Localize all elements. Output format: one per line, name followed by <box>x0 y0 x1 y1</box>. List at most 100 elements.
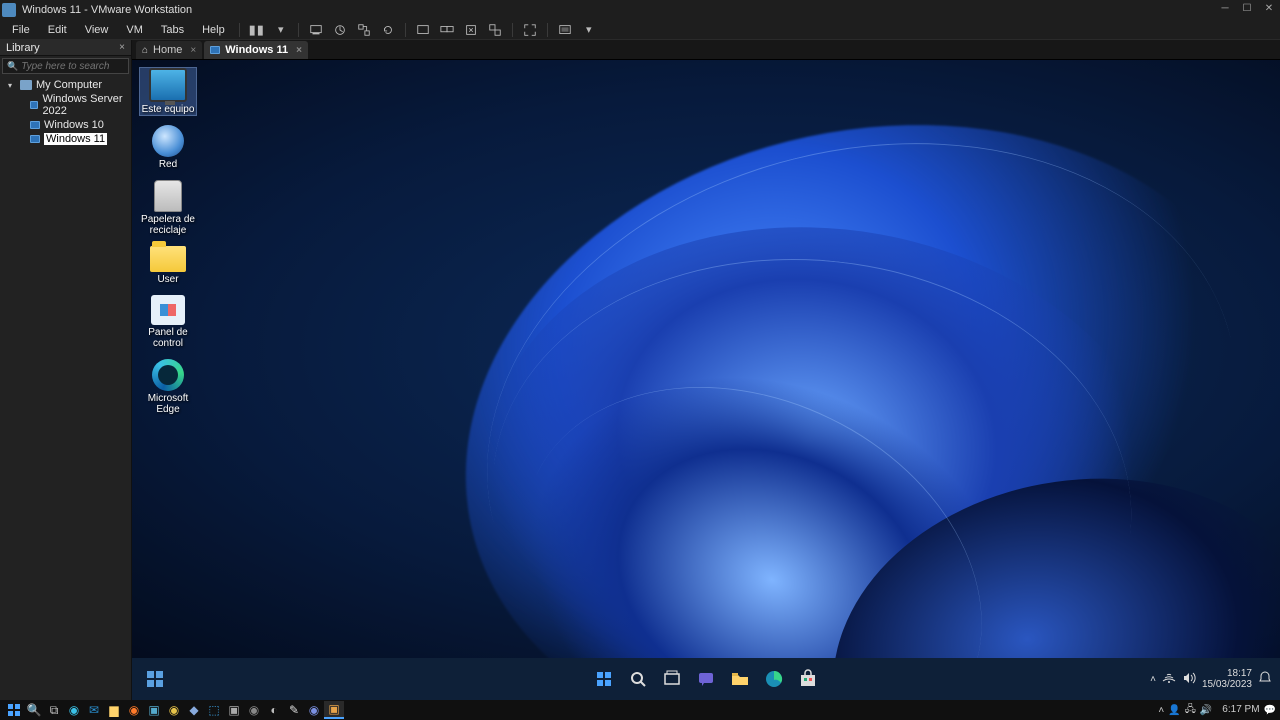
host-taskbar: 🔍 ⧉ ◉ ✉ ▆ ◉ ▣ ◉ ◆ ⬚ ▣ ◉ ◐ ✎ ◉ ▣ ˄ 👤 🖧 🔊 … <box>0 700 1280 720</box>
desktop-icon-label: Microsoft Edge <box>140 393 196 415</box>
notifications-icon[interactable] <box>1258 671 1272 688</box>
host-app5-button[interactable]: ✎ <box>284 701 304 719</box>
tab-home-label: Home <box>153 44 182 56</box>
tab-close-button[interactable]: × <box>296 45 302 56</box>
store-button[interactable] <box>795 666 821 692</box>
host-app3-button[interactable]: ◉ <box>244 701 264 719</box>
host-app-button[interactable]: ▣ <box>144 701 164 719</box>
tab-active-vm[interactable]: Windows 11 × <box>204 41 308 59</box>
show-console-button[interactable] <box>414 21 432 39</box>
vm-icon <box>210 46 220 54</box>
host-clock[interactable]: 6:17 PM <box>1222 705 1259 715</box>
host-terminal-button[interactable]: ▣ <box>224 701 244 719</box>
quick-switch-dropdown[interactable]: ▾ <box>580 21 598 39</box>
home-icon: ⌂ <box>142 45 148 56</box>
desktop-icon-este-equipo[interactable]: Este equipo <box>140 68 196 115</box>
pause-vm-button[interactable]: ▮▮ <box>248 21 266 39</box>
desktop-icon-panel-control[interactable]: Panel de control <box>140 295 196 349</box>
host-taskview-button[interactable]: ⧉ <box>44 701 64 719</box>
menu-view[interactable]: View <box>77 22 117 38</box>
tree-twisty-icon[interactable]: ▾ <box>8 81 16 90</box>
host-tray-net-icon[interactable]: 🖧 <box>1185 702 1196 719</box>
host-vscode-button[interactable]: ⬚ <box>204 701 224 719</box>
edge-icon <box>152 359 184 391</box>
host-mail-button[interactable]: ✉ <box>84 701 104 719</box>
guest-clock[interactable]: 18:17 15/03/2023 <box>1202 668 1252 690</box>
host-firefox-button[interactable]: ◉ <box>124 701 144 719</box>
vm-icon <box>30 101 38 109</box>
snapshot-button[interactable] <box>331 21 349 39</box>
host-chrome-button[interactable]: ◉ <box>164 701 184 719</box>
desktop-icon-label: Panel de control <box>140 327 196 349</box>
quick-switch-button[interactable] <box>556 21 574 39</box>
tree-my-computer[interactable]: ▾ My Computer <box>2 78 129 92</box>
revert-snapshot-button[interactable] <box>379 21 397 39</box>
host-search-button[interactable]: 🔍 <box>24 701 44 719</box>
snapshot-manager-button[interactable] <box>355 21 373 39</box>
menu-help[interactable]: Help <box>194 22 233 38</box>
send-ctrl-alt-del-button[interactable] <box>307 21 325 39</box>
menubar: File Edit View VM Tabs Help ▮▮ ▾ ▾ <box>0 20 1280 40</box>
power-dropdown-button[interactable]: ▾ <box>272 21 290 39</box>
tree-vm-item[interactable]: Windows Server 2022 <box>2 92 129 118</box>
host-app2-button[interactable]: ◆ <box>184 701 204 719</box>
menu-vm[interactable]: VM <box>118 22 151 38</box>
guest-taskbar: ˄ 18:17 15/03/2023 <box>132 658 1280 700</box>
guest-desktop[interactable]: Este equipo Red Papelera de reciclaje Us… <box>132 60 1280 700</box>
desktop-icon-papelera[interactable]: Papelera de reciclaje <box>140 180 196 236</box>
tab-close-button[interactable]: × <box>190 45 196 56</box>
multimonitor-button[interactable] <box>438 21 456 39</box>
desktop-icon-red[interactable]: Red <box>140 125 196 170</box>
library-search[interactable]: 🔍 ▼ <box>2 58 129 74</box>
host-tray-people-icon[interactable]: 👤 <box>1168 705 1180 716</box>
library-panel: Library × 🔍 ▼ ▾ My Computer Windows Serv… <box>0 40 132 700</box>
network-tray-icon[interactable] <box>1162 672 1176 687</box>
host-app6-button[interactable]: ◉ <box>304 701 324 719</box>
edge-taskbar-button[interactable] <box>761 666 787 692</box>
tree-vm-label: Windows 10 <box>44 119 104 131</box>
chat-button[interactable] <box>693 666 719 692</box>
close-button[interactable]: ✕ <box>1260 3 1278 17</box>
search-button[interactable] <box>625 666 651 692</box>
file-explorer-button[interactable] <box>727 666 753 692</box>
desktop-icon-user[interactable]: User <box>140 246 196 285</box>
stretch-guest-button[interactable] <box>462 21 480 39</box>
tree-vm-item-editing[interactable]: Windows 11 <box>2 132 129 146</box>
network-icon <box>152 125 184 157</box>
menu-edit[interactable]: Edit <box>40 22 75 38</box>
maximize-button[interactable]: ☐ <box>1238 3 1256 17</box>
start-button[interactable] <box>591 666 617 692</box>
tray-chevron-icon[interactable]: ˄ <box>1150 674 1156 685</box>
host-vmware-button[interactable]: ▣ <box>324 701 344 719</box>
host-explorer-button[interactable]: ▆ <box>104 701 124 719</box>
vm-icon <box>30 121 40 129</box>
host-tray-chevron-icon[interactable]: ˄ <box>1158 705 1164 716</box>
titlebar: Windows 11 - VMware Workstation ─ ☐ ✕ <box>0 0 1280 20</box>
tree-vm-item[interactable]: Windows 10 <box>2 118 129 132</box>
widgets-button[interactable] <box>142 666 168 692</box>
tree-vm-rename-input[interactable]: Windows 11 <box>44 133 107 145</box>
unity-button[interactable] <box>486 21 504 39</box>
main-area: ⌂ Home × Windows 11 × <box>132 40 1280 700</box>
desktop-icon-label: Red <box>140 159 196 170</box>
recycle-bin-icon <box>154 180 182 212</box>
library-close-button[interactable]: × <box>119 42 125 53</box>
task-view-button[interactable] <box>659 666 685 692</box>
host-app4-button[interactable]: ◐ <box>264 701 284 719</box>
menu-file[interactable]: File <box>4 22 38 38</box>
host-tray-volume-icon[interactable]: 🔊 <box>1200 705 1212 716</box>
tab-home[interactable]: ⌂ Home × <box>136 41 202 59</box>
volume-tray-icon[interactable] <box>1182 672 1196 687</box>
fullscreen-button[interactable] <box>521 21 539 39</box>
minimize-button[interactable]: ─ <box>1216 3 1234 17</box>
desktop-icon-edge[interactable]: Microsoft Edge <box>140 359 196 415</box>
guest-time: 18:17 <box>1202 668 1252 679</box>
tree-root-label: My Computer <box>36 79 102 91</box>
control-panel-icon <box>151 295 185 325</box>
computer-icon <box>20 80 32 90</box>
tree-vm-label: Windows Server 2022 <box>42 93 129 117</box>
host-edge-button[interactable]: ◉ <box>64 701 84 719</box>
host-notifications-icon[interactable]: 💬 <box>1264 705 1276 716</box>
menu-tabs[interactable]: Tabs <box>153 22 192 38</box>
host-start-button[interactable] <box>4 701 24 719</box>
